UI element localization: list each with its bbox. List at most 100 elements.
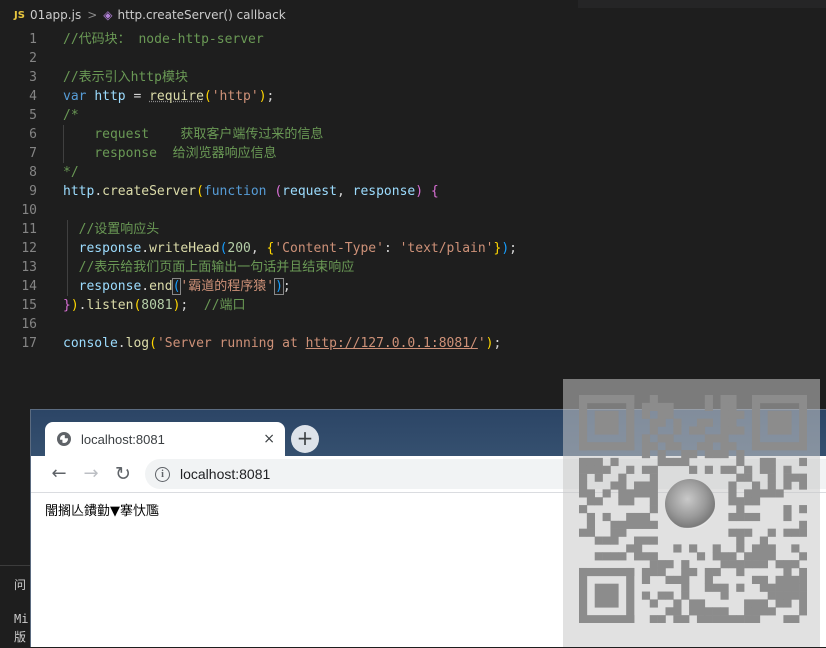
code-text: response.writeHead(200, {'Content-Type':… — [63, 239, 517, 258]
qr-module — [579, 615, 635, 623]
code-token: //表示引入http模块 — [63, 70, 188, 85]
qr-module — [649, 536, 658, 545]
qr-module — [681, 450, 690, 459]
qr-module — [618, 489, 627, 498]
code-token: http://127.0.0.1:8081/ — [305, 336, 478, 351]
code-token: ; — [180, 298, 204, 313]
qr-module — [736, 560, 745, 569]
qr-module — [704, 575, 713, 584]
qr-module — [736, 528, 745, 537]
qr-module — [649, 418, 658, 427]
code-token: request 获取客户端传过来的信息 — [63, 127, 324, 142]
qr-module — [641, 512, 651, 522]
code-line[interactable]: 14 response.end('霸道的程序猿'); — [0, 277, 826, 296]
qr-module — [689, 544, 698, 553]
code-line[interactable]: 3 //表示引入http模块 — [0, 68, 826, 87]
qr-module — [586, 497, 596, 506]
qr-module — [759, 489, 768, 498]
new-tab-button[interactable]: + — [291, 425, 319, 453]
line-number: 6 — [29, 127, 37, 142]
code-text: response.end('霸道的程序猿'); — [63, 277, 291, 296]
code-line[interactable]: 15}).listen(8081); //端口 — [0, 296, 826, 315]
code-token: //表示给我们页面上面输出一句话并且结束响应 — [63, 260, 355, 275]
qr-module — [736, 497, 745, 506]
qr-module — [579, 395, 588, 451]
code-line[interactable]: 1 //代码块： node-http-server — [0, 30, 826, 49]
code-line[interactable]: 6 request 获取客户端传过来的信息 — [0, 125, 826, 144]
qr-module — [673, 615, 682, 623]
qr-module — [712, 544, 721, 553]
qr-module — [649, 615, 658, 623]
line-number: 13 — [21, 260, 37, 275]
qr-module — [783, 505, 792, 514]
code-token: . — [94, 184, 103, 199]
qr-module — [681, 583, 690, 592]
qr-module — [799, 552, 807, 561]
qr-module — [751, 497, 761, 506]
qr-module — [704, 450, 713, 459]
qr-module — [736, 450, 745, 459]
code-line[interactable]: 8 */ — [0, 163, 826, 182]
qr-module — [736, 457, 745, 467]
code-token: //端口 — [203, 298, 246, 313]
qr-module — [681, 567, 690, 577]
code-line[interactable]: 10 — [0, 201, 826, 220]
forward-arrow-icon[interactable]: → — [79, 462, 103, 486]
back-arrow-icon[interactable]: ← — [47, 462, 71, 486]
qr-module — [657, 402, 666, 412]
qr-module — [665, 442, 674, 451]
qr-module — [744, 465, 753, 474]
code-token: response — [352, 184, 416, 199]
qr-module — [579, 457, 588, 467]
qr-module — [775, 560, 784, 569]
qr-module — [696, 426, 706, 435]
qr-module — [759, 552, 768, 561]
qr-module — [720, 607, 729, 616]
code-line[interactable]: 16 — [0, 315, 826, 334]
panel-tab-label[interactable]: 问 — [14, 576, 26, 593]
url-text[interactable]: localhost:8081 — [180, 466, 270, 482]
qr-module — [704, 567, 713, 577]
code-line[interactable]: 17 console.log('Server running at http://… — [0, 334, 826, 353]
qr-module — [799, 473, 807, 482]
code-line[interactable]: 11 //设置响应头 — [0, 220, 826, 239]
qr-module — [720, 591, 729, 600]
qr-module — [744, 489, 753, 498]
globe-icon — [57, 432, 71, 446]
qr-module — [634, 536, 643, 545]
qr-module — [657, 615, 666, 623]
line-number: 10 — [21, 203, 37, 218]
code-line[interactable]: 9 http.createServer(function (request, re… — [0, 182, 826, 201]
code-token: 200 — [227, 241, 251, 256]
close-icon[interactable]: × — [263, 431, 275, 447]
browser-tab[interactable]: localhost:8081 × — [45, 422, 285, 456]
code-token: writeHead — [149, 241, 220, 256]
qr-module — [751, 442, 807, 451]
line-number: 11 — [21, 222, 37, 237]
breadcrumb-symbol[interactable]: http.createServer() callback — [118, 8, 286, 22]
qr-module — [634, 489, 643, 498]
qr-module — [728, 402, 737, 412]
breadcrumb-file[interactable]: 01app.js — [30, 8, 81, 22]
code-token: ( — [274, 184, 283, 199]
code-line[interactable]: 7 response 给浏览器响应信息 — [0, 144, 826, 163]
code-line[interactable]: 5 /* — [0, 106, 826, 125]
qr-module — [751, 512, 761, 522]
qr-module — [657, 450, 666, 459]
code-token: ) — [274, 278, 284, 295]
qr-module — [681, 560, 690, 569]
qr-module — [767, 607, 776, 616]
code-token: ( — [203, 89, 212, 104]
qr-module — [649, 481, 658, 490]
qr-module — [736, 505, 745, 514]
code-line[interactable]: 2 — [0, 49, 826, 68]
code-line[interactable]: 12 response.writeHead(200, {'Content-Typ… — [0, 239, 826, 258]
line-number: 15 — [21, 298, 37, 313]
code-line[interactable]: 13 //表示给我们页面上面输出一句话并且结束响应 — [0, 258, 826, 277]
qr-module — [673, 457, 682, 467]
code-line[interactable]: 4 var http = require('http'); — [0, 87, 826, 106]
reload-icon[interactable]: ↻ — [111, 462, 135, 486]
info-icon[interactable]: i — [155, 466, 170, 482]
qr-module — [579, 505, 588, 514]
